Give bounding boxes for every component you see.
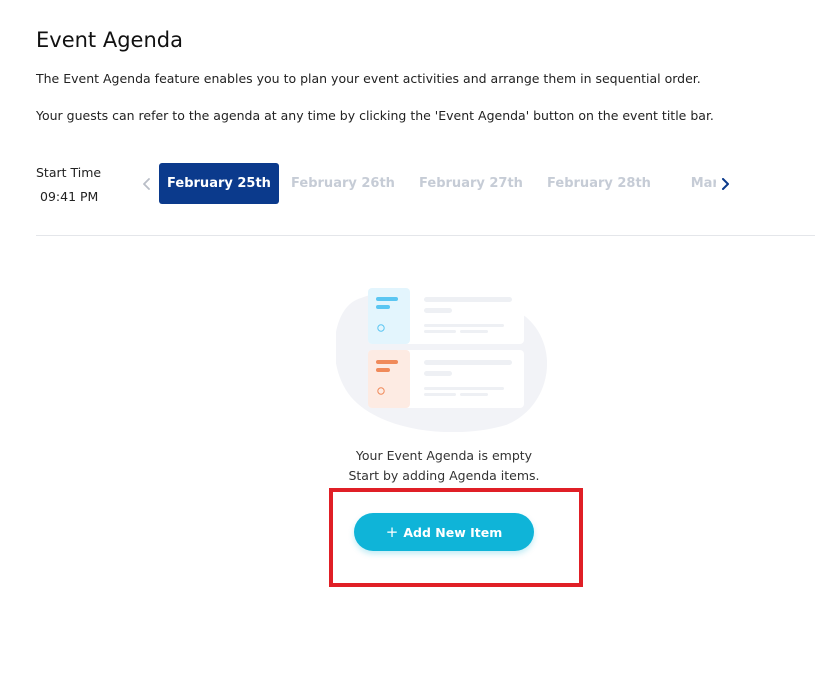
empty-state-subtitle: Start by adding Agenda items.	[348, 468, 540, 483]
start-time: Start Time 09:41 PM	[36, 165, 101, 204]
date-tab[interactable]: February 27th	[407, 163, 535, 204]
add-new-item-label: Add New Item	[403, 524, 503, 540]
page-title: Event Agenda	[36, 28, 183, 52]
empty-agenda-illustration	[334, 282, 552, 433]
plus-icon: +	[385, 523, 399, 541]
chevron-left-icon[interactable]	[138, 173, 156, 195]
empty-state-title: Your Event Agenda is empty	[355, 448, 533, 463]
divider	[36, 235, 815, 236]
start-time-label: Start Time	[36, 165, 102, 180]
chevron-right-icon[interactable]	[716, 173, 734, 195]
date-tab[interactable]: February 28th	[535, 163, 663, 204]
date-tab[interactable]: March 1st	[663, 163, 716, 204]
add-new-item-button[interactable]: + Add New Item	[354, 513, 534, 551]
date-tabs: February 25th February 26th February 27t…	[159, 163, 716, 204]
date-navigation: February 25th February 26th February 27t…	[138, 163, 738, 204]
date-tab[interactable]: February 26th	[279, 163, 407, 204]
date-tab[interactable]: February 25th	[159, 163, 279, 204]
description-text: The Event Agenda feature enables you to …	[36, 71, 701, 86]
start-time-value[interactable]: 09:41 PM	[36, 189, 101, 204]
description-text: Your guests can refer to the agenda at a…	[36, 108, 714, 123]
